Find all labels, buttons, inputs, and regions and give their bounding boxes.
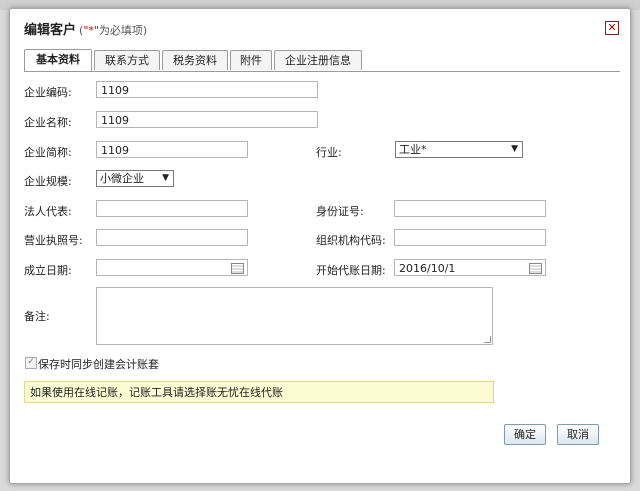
tab-bar: 基本资料 联系方式 税务资料 附件 企业注册信息 xyxy=(24,49,620,72)
enterprise-short-field[interactable]: 1109 xyxy=(96,141,248,158)
cancel-button[interactable]: 取消 xyxy=(557,424,599,445)
bookkeeping-start-field[interactable]: 2016/10/1 xyxy=(394,259,546,276)
scale-selected-value: 小微企业 xyxy=(100,172,144,185)
enterprise-name-label: 企业名称: xyxy=(24,116,72,129)
legal-rep-field[interactable] xyxy=(96,200,248,217)
resize-grip-icon[interactable] xyxy=(484,336,491,343)
established-date-label: 成立日期: xyxy=(24,264,72,277)
dialog-title-text: 编辑客户 xyxy=(24,23,77,38)
chevron-down-icon: ▼ xyxy=(511,144,518,154)
close-icon[interactable]: ✕ xyxy=(605,21,619,35)
online-bookkeeping-notice: 如果使用在线记账，记账工具请选择账无忧在线代账 xyxy=(24,381,494,403)
chevron-down-icon: ▼ xyxy=(162,173,169,183)
dialog-title: 编辑客户 ("*"为必填项) xyxy=(24,19,147,38)
tab-contact[interactable]: 联系方式 xyxy=(94,50,160,70)
id-number-field[interactable] xyxy=(394,200,546,217)
hint-required-mark: "*" xyxy=(83,24,99,37)
org-code-label: 组织机构代码: xyxy=(316,234,386,247)
sync-ledger-checkbox[interactable]: ✓ xyxy=(25,357,37,369)
remarks-textarea[interactable] xyxy=(96,287,493,345)
enterprise-scale-label: 企业规模: xyxy=(24,175,72,188)
established-date-field[interactable] xyxy=(96,259,248,276)
calendar-icon[interactable] xyxy=(529,263,542,274)
tab-attachments[interactable]: 附件 xyxy=(230,50,272,70)
enterprise-scale-select[interactable]: 小微企业 ▼ xyxy=(96,170,174,187)
required-hint: ("*"为必填项) xyxy=(79,24,147,37)
enterprise-code-label: 企业编码: xyxy=(24,86,72,99)
remarks-label: 备注: xyxy=(24,310,50,323)
industry-select[interactable]: 工业* ▼ xyxy=(395,141,523,158)
confirm-button[interactable]: 确定 xyxy=(504,424,546,445)
id-number-label: 身份证号: xyxy=(316,205,364,218)
org-code-field[interactable] xyxy=(394,229,546,246)
legal-rep-label: 法人代表: xyxy=(24,205,72,218)
bookkeeping-start-label: 开始代账日期: xyxy=(316,264,386,277)
industry-selected-value: 工业* xyxy=(399,143,427,156)
edit-customer-dialog: 编辑客户 ("*"为必填项) ✕ 基本资料 联系方式 税务资料 附件 企业注册信息… xyxy=(9,8,631,484)
business-license-field[interactable] xyxy=(96,229,248,246)
tab-registration[interactable]: 企业注册信息 xyxy=(274,50,362,70)
sync-ledger-label: 保存时同步创建会计账套 xyxy=(38,358,159,371)
business-license-label: 营业执照号: xyxy=(24,234,83,247)
bookkeeping-start-value: 2016/10/1 xyxy=(399,262,456,275)
tab-tax-info[interactable]: 税务资料 xyxy=(162,50,228,70)
enterprise-name-field[interactable]: 1109 xyxy=(96,111,318,128)
hint-suffix: 为必填项) xyxy=(98,24,148,37)
industry-label: 行业: xyxy=(316,146,342,159)
enterprise-code-field[interactable]: 1109 xyxy=(96,81,318,98)
enterprise-short-label: 企业简称: xyxy=(24,146,72,159)
dialog-title-bar: 编辑客户 ("*"为必填项) ✕ xyxy=(10,9,630,47)
calendar-icon[interactable] xyxy=(231,263,244,274)
tab-basic-info[interactable]: 基本资料 xyxy=(24,49,92,71)
